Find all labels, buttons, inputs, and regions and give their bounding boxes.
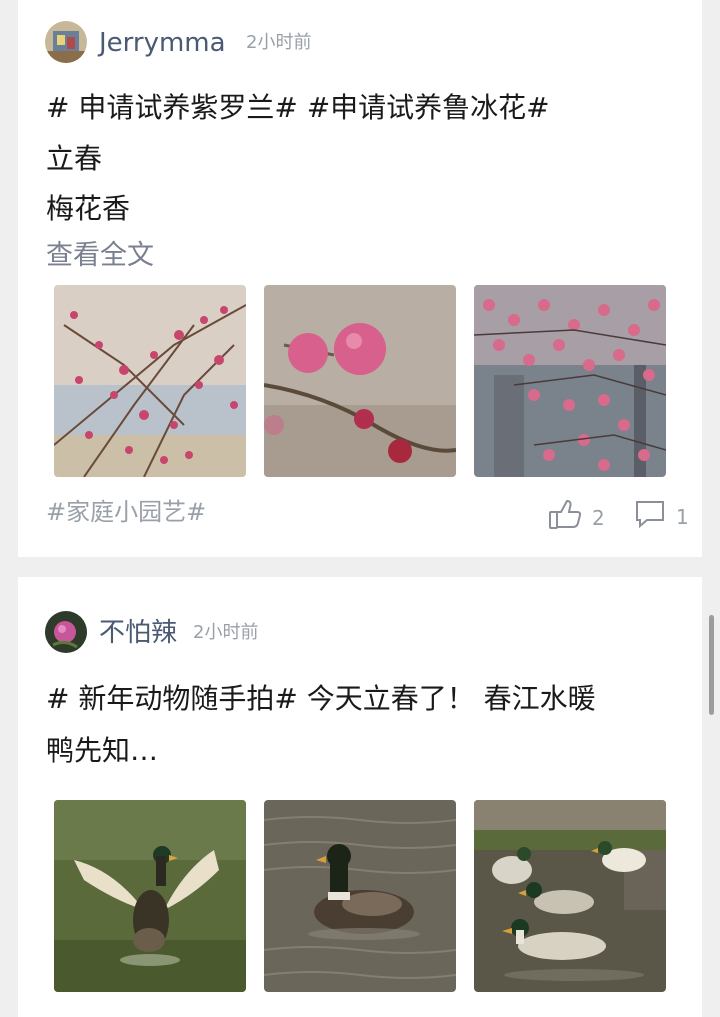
avatar[interactable] [45, 611, 87, 653]
post-time: 2小时前 [193, 622, 259, 643]
post-card[interactable]: 不怕辣 2小时前 # 新年动物随手拍# 今天立春了！ 春江水暖 鸭先知… [18, 577, 702, 1017]
username[interactable]: Jerrymma [99, 30, 226, 56]
post-image[interactable] [264, 800, 456, 992]
post-image[interactable] [54, 285, 246, 477]
comment-count: 1 [676, 504, 689, 529]
like-button[interactable]: 2 [548, 499, 605, 536]
post-image[interactable] [474, 800, 666, 992]
thumbs-up-icon [548, 499, 582, 536]
post-text-line: 鸭先知… [46, 734, 159, 767]
post-text-line: # 新年动物随手拍# 今天立春了！ 春江水暖 [46, 682, 596, 715]
comment-button[interactable]: 1 [634, 499, 689, 534]
post-time: 2小时前 [246, 32, 312, 53]
scrollbar[interactable] [709, 615, 714, 715]
post-text-line: 梅花香 [46, 192, 131, 225]
username[interactable]: 不怕辣 [99, 620, 177, 646]
post-image[interactable] [54, 800, 246, 992]
post-card[interactable]: Jerrymma 2小时前 # 申请试养紫罗兰# #申请试养鲁冰花# 立春 梅花… [18, 0, 702, 557]
like-count: 2 [592, 505, 605, 530]
post-image[interactable] [264, 285, 456, 477]
comment-icon [634, 499, 666, 534]
post-text-line: 立春 [46, 142, 103, 175]
topic-tag[interactable]: #家庭小园艺# [46, 500, 206, 524]
read-more-link[interactable]: 查看全文 [46, 242, 154, 269]
post-image[interactable] [474, 285, 666, 477]
avatar[interactable] [45, 21, 87, 63]
post-text-line: # 申请试养紫罗兰# #申请试养鲁冰花# [46, 91, 550, 124]
